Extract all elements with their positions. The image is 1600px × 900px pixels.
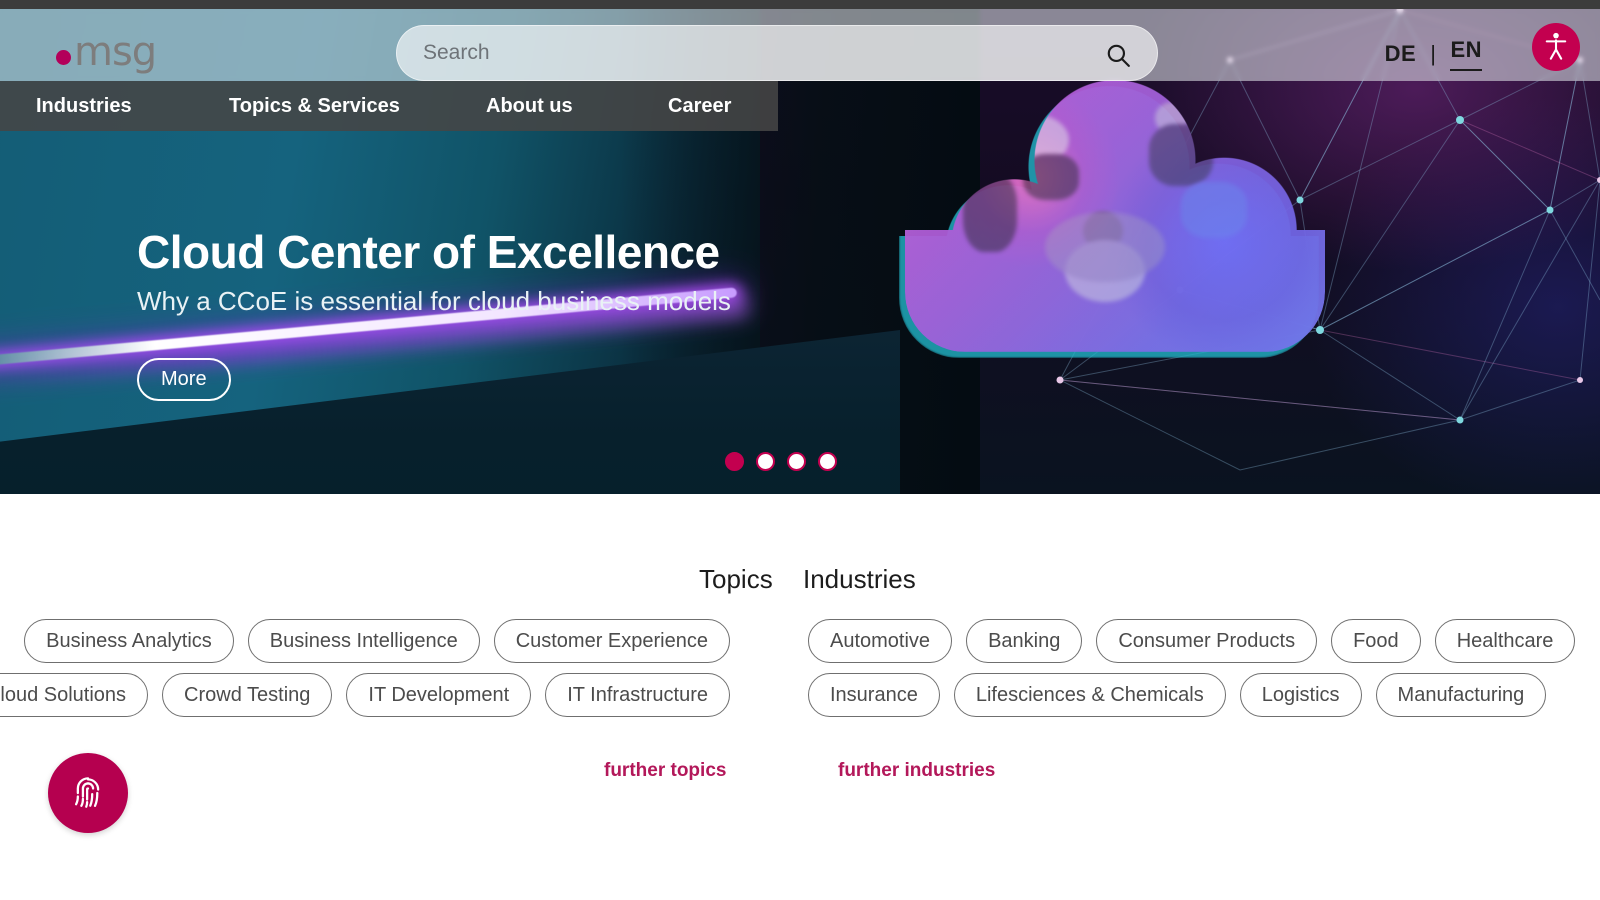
further-industries-link[interactable]: further industries bbox=[838, 760, 995, 782]
language-en[interactable]: EN bbox=[1450, 37, 1482, 71]
logo-dot-icon bbox=[56, 50, 71, 65]
column-headings: Topics Industries bbox=[0, 564, 1600, 598]
accessibility-button[interactable] bbox=[1532, 23, 1580, 71]
language-separator: | bbox=[1430, 41, 1437, 66]
cloud-people-photo bbox=[905, 62, 1325, 352]
topics-tag-row-1: Business Analytics Business Intelligence… bbox=[24, 619, 730, 663]
tag-lifesciences-chemicals[interactable]: Lifesciences & Chemicals bbox=[953, 673, 1226, 717]
nav-item-about-us[interactable]: About us bbox=[486, 95, 573, 118]
tag-consumer-products[interactable]: Consumer Products bbox=[1096, 619, 1318, 663]
content-section: Topics Industries Business Analytics Bus… bbox=[0, 494, 1600, 900]
tag-crowd-testing[interactable]: Crowd Testing bbox=[162, 673, 333, 717]
carousel-dots bbox=[725, 452, 837, 471]
fingerprint-icon bbox=[67, 771, 109, 816]
language-switcher: DE | EN bbox=[1385, 37, 1482, 71]
tag-logistics[interactable]: Logistics bbox=[1239, 673, 1362, 717]
tag-business-intelligence[interactable]: Business Intelligence bbox=[247, 619, 480, 663]
industries-tag-row-1: Automotive Banking Consumer Products Foo… bbox=[808, 619, 1576, 663]
carousel-dot-3[interactable] bbox=[787, 452, 806, 471]
tag-it-infrastructure[interactable]: IT Infrastructure bbox=[545, 673, 730, 717]
tag-automotive[interactable]: Automotive bbox=[808, 619, 953, 663]
tag-business-analytics[interactable]: Business Analytics bbox=[24, 619, 234, 663]
cloud-photo-mask bbox=[905, 62, 1325, 352]
tag-customer-experience[interactable]: Customer Experience bbox=[493, 619, 730, 663]
tag-cloud-solutions[interactable]: Cloud Solutions bbox=[0, 673, 149, 717]
tag-manufacturing[interactable]: Manufacturing bbox=[1375, 673, 1547, 717]
hero-subtitle: Why a CCoE is essential for cloud busine… bbox=[137, 286, 731, 316]
heading-industries: Industries bbox=[803, 564, 916, 594]
topics-tag-column: Business Analytics Business Intelligence… bbox=[0, 619, 760, 717]
accessibility-person-icon bbox=[1542, 31, 1570, 64]
site-header: msg DE | EN bbox=[0, 9, 1600, 81]
carousel-dot-4[interactable] bbox=[818, 452, 837, 471]
tag-banking[interactable]: Banking bbox=[966, 619, 1083, 663]
language-de[interactable]: DE bbox=[1385, 41, 1417, 67]
nav-item-career[interactable]: Career bbox=[668, 95, 731, 118]
privacy-settings-button[interactable] bbox=[48, 753, 128, 833]
main-navigation: Industries Topics & Services About us Ca… bbox=[0, 81, 778, 131]
logo-text: msg bbox=[74, 29, 157, 75]
topics-tag-row-2: Cloud Solutions Crowd Testing IT Develop… bbox=[0, 673, 730, 717]
page-root: Cloud Center of Excellence Why a CCoE is… bbox=[0, 0, 1600, 900]
msg-logo[interactable]: msg bbox=[56, 29, 157, 75]
tag-food[interactable]: Food bbox=[1331, 619, 1421, 663]
tag-it-development[interactable]: IT Development bbox=[346, 673, 532, 717]
hero-title: Cloud Center of Excellence bbox=[137, 226, 720, 278]
hero-cloud-image bbox=[899, 62, 1325, 358]
industries-tag-column: Automotive Banking Consumer Products Foo… bbox=[790, 619, 1600, 717]
heading-topics: Topics bbox=[699, 564, 773, 594]
search-box[interactable] bbox=[396, 25, 1158, 81]
search-input[interactable] bbox=[423, 41, 1063, 65]
hero-more-button[interactable]: More bbox=[137, 358, 231, 401]
carousel-dot-2[interactable] bbox=[756, 452, 775, 471]
carousel-dot-1[interactable] bbox=[725, 452, 744, 471]
search-icon[interactable] bbox=[1105, 42, 1131, 73]
further-topics-link[interactable]: further topics bbox=[604, 760, 726, 782]
industries-tag-row-2: Insurance Lifesciences & Chemicals Logis… bbox=[808, 673, 1547, 717]
tag-healthcare[interactable]: Healthcare bbox=[1434, 619, 1576, 663]
hero-copy: Cloud Center of Excellence Why a CCoE is… bbox=[137, 225, 837, 401]
nav-item-industries[interactable]: Industries bbox=[36, 95, 132, 118]
top-strip bbox=[0, 0, 1600, 9]
nav-item-topics-services[interactable]: Topics & Services bbox=[229, 95, 400, 118]
tag-insurance[interactable]: Insurance bbox=[808, 673, 940, 717]
